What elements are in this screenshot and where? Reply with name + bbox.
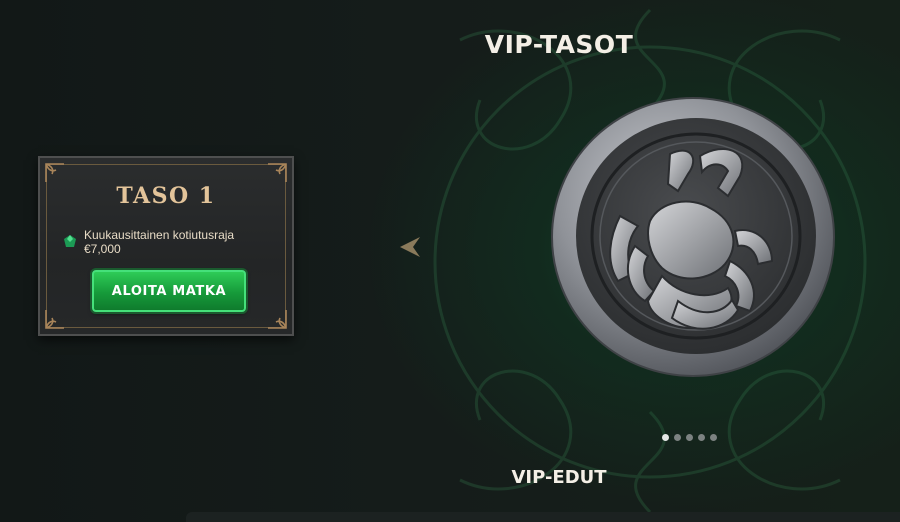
chevron-left-icon[interactable] [394,232,424,262]
ornament-corner-icon [45,310,64,329]
carousel-dot[interactable] [662,434,669,441]
level-title: TASO 1 [116,183,216,209]
ornament-corner-icon [268,163,287,182]
scorpion-medallion-image [551,97,835,377]
carousel-dot[interactable] [698,434,705,441]
withdrawal-limit-label: Kuukausittainen kotiutusraja [84,228,235,242]
ornament-corner-icon [45,163,64,182]
vip-benefits-heading: VIP-EDUT [511,467,607,488]
page-title: VIP-TASOT [484,30,634,59]
carousel-dot[interactable] [686,434,693,441]
ornament-corner-icon [268,310,287,329]
emerald-gem-icon [64,235,76,247]
withdrawal-limit-value: €7,000 [84,242,121,256]
carousel-dot[interactable] [674,434,681,441]
benefits-panel-edge [186,512,900,522]
start-journey-button[interactable]: ALOITA MATKA [92,270,246,312]
carousel-pagination [662,434,717,442]
carousel-dot[interactable] [710,434,717,441]
vip-level-card: TASO 1 Kuukausittainen kotiutusraja €7,0… [38,156,294,336]
